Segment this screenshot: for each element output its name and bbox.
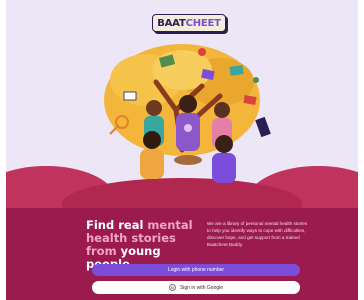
page-frame: BAAT CHEET Find real mental health storie… — [0, 0, 364, 300]
sign-in-with-google-button[interactable]: G Sign in with Google — [92, 281, 300, 294]
login-with-phone-label: Login with phone number — [167, 267, 225, 273]
google-icon: G — [168, 284, 176, 291]
hero-illustration-area: BAAT CHEET — [6, 0, 358, 208]
hero-description: We are a library of personal mental heal… — [207, 221, 308, 247]
login-with-phone-button[interactable]: Login with phone number — [92, 264, 300, 276]
logo-text-part1: BAAT — [157, 17, 186, 29]
headline-part1: Find real — [86, 218, 148, 232]
sign-in-with-google-label: Sign in with Google — [179, 284, 224, 291]
logo-text-part2: CHEET — [185, 17, 221, 29]
baatcheet-logo[interactable]: BAAT CHEET — [152, 14, 226, 32]
